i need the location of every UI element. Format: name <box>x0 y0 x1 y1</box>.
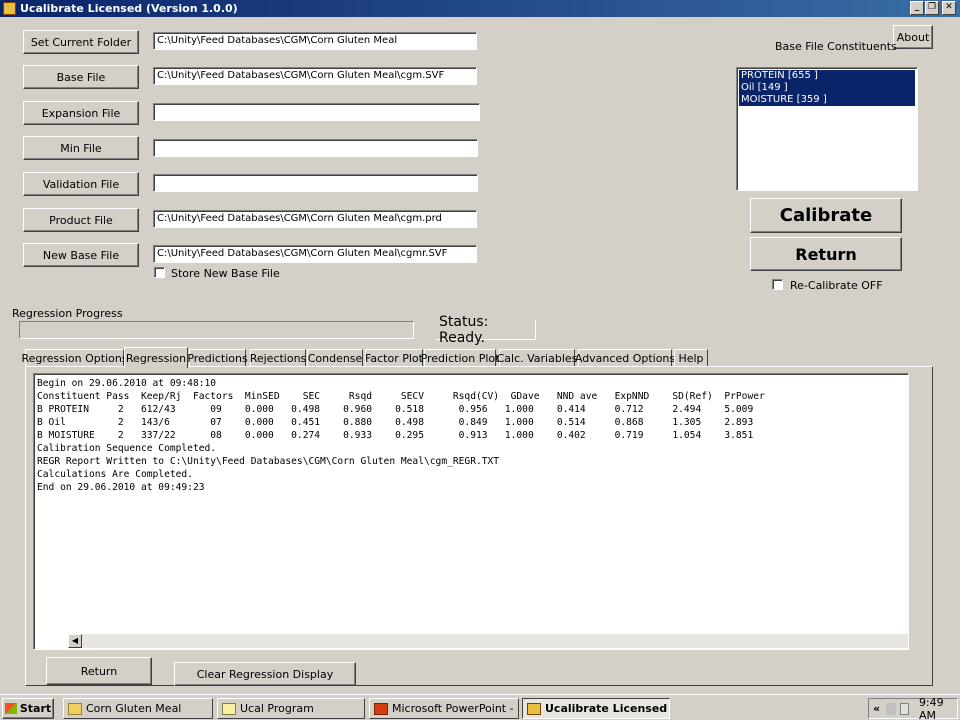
title-bar[interactable]: Ucalibrate Licensed (Version 1.0.0) _ ❐ … <box>0 0 960 17</box>
base-file-field[interactable]: C:\Unity\Feed Databases\CGM\Corn Gluten … <box>153 67 477 85</box>
new-base-file-field[interactable]: C:\Unity\Feed Databases\CGM\Corn Gluten … <box>153 245 477 263</box>
app-icon[interactable] <box>3 2 16 15</box>
bottom-return-button[interactable]: Return <box>46 657 152 685</box>
tab-regression[interactable]: Regression <box>124 347 188 368</box>
tab-regression-options[interactable]: Regression Options <box>21 349 128 367</box>
product-file-field[interactable]: C:\Unity\Feed Databases\CGM\Corn Gluten … <box>153 210 477 228</box>
tab-condense[interactable]: Condense <box>307 349 363 367</box>
task-corn-gluten-meal[interactable]: Corn Gluten Meal <box>63 698 213 719</box>
min-file-button[interactable]: Min File <box>23 136 139 160</box>
tab-advanced-options[interactable]: Advanced Options <box>575 349 675 367</box>
calibrate-button[interactable]: Calibrate <box>750 198 902 233</box>
store-new-base-label: Store New Base File <box>171 267 280 280</box>
current-folder-field[interactable]: C:\Unity\Feed Databases\CGM\Corn Gluten … <box>153 32 477 50</box>
about-button[interactable]: About <box>893 25 933 49</box>
tab-factor-plot[interactable]: Factor Plot <box>365 349 423 367</box>
task-label: Ucal Program <box>240 702 314 715</box>
expansion-file-button[interactable]: Expansion File <box>23 101 139 125</box>
tab-predictions[interactable]: Predictions <box>187 349 248 367</box>
start-button[interactable]: Start <box>2 698 54 719</box>
task-ucalibrate[interactable]: Ucalibrate Licensed (... <box>522 698 670 719</box>
expansion-file-field[interactable] <box>153 103 480 121</box>
status-text: Status: Ready. <box>436 314 536 346</box>
taskbar: Start Corn Gluten Meal Ucal Program Micr… <box>0 694 960 720</box>
task-ucal-program[interactable]: Ucal Program <box>217 698 365 719</box>
list-item[interactable]: MOISTURE [359 ] <box>739 94 915 106</box>
list-item[interactable]: Oil [149 ] <box>739 82 915 94</box>
new-base-file-button[interactable]: New Base File <box>23 243 139 267</box>
window-title: Ucalibrate Licensed (Version 1.0.0) <box>20 2 238 15</box>
tab-calc-variables[interactable]: Calc. Variables <box>497 349 577 367</box>
constituents-listbox[interactable]: PROTEIN [655 ] Oil [149 ] MOISTURE [359 … <box>736 67 918 191</box>
clock[interactable]: 9:49 AM <box>919 696 957 720</box>
volume-icon[interactable] <box>900 702 909 715</box>
network-icon[interactable] <box>886 702 897 715</box>
set-current-folder-button[interactable]: Set Current Folder <box>23 30 139 54</box>
regression-progress-bar <box>19 321 414 339</box>
task-label: Ucalibrate Licensed (... <box>545 702 669 715</box>
recalibrate-checkbox[interactable] <box>772 279 783 290</box>
task-label: Microsoft PowerPoint - [... <box>392 702 519 715</box>
tray-expand-icon[interactable]: « <box>873 702 880 715</box>
horizontal-scrollbar[interactable]: ◀ ▶ <box>68 634 908 648</box>
windows-logo-icon <box>4 703 17 714</box>
program-icon <box>222 702 236 715</box>
constituents-title: Base File Constituents <box>775 40 897 53</box>
close-button[interactable]: ✕ <box>942 1 956 15</box>
app-icon <box>527 702 541 715</box>
powerpoint-icon <box>374 702 388 715</box>
regression-progress-title: Regression Progress <box>12 307 123 320</box>
tab-help[interactable]: Help <box>674 349 708 367</box>
folder-icon <box>68 702 82 715</box>
tab-rejections[interactable]: Rejections <box>250 349 306 367</box>
min-file-field[interactable] <box>153 139 478 157</box>
task-powerpoint[interactable]: Microsoft PowerPoint - [... <box>369 698 519 719</box>
start-label: Start <box>19 702 52 715</box>
validation-file-button[interactable]: Validation File <box>23 172 139 196</box>
scroll-left-icon[interactable]: ◀ <box>68 634 82 648</box>
task-label: Corn Gluten Meal <box>86 702 182 715</box>
system-tray: « 9:49 AM <box>868 696 958 720</box>
product-file-button[interactable]: Product File <box>23 208 139 232</box>
base-file-button[interactable]: Base File <box>23 65 139 89</box>
recalibrate-label: Re-Calibrate OFF <box>790 279 883 292</box>
restore-button[interactable]: ❐ <box>925 1 939 15</box>
store-new-base-checkbox[interactable] <box>154 267 165 278</box>
minimize-button[interactable]: _ <box>910 1 924 15</box>
return-button[interactable]: Return <box>750 237 902 271</box>
list-item[interactable]: PROTEIN [655 ] <box>739 70 915 82</box>
regression-output[interactable]: Begin on 29.06.2010 at 09:48:10 Constitu… <box>33 373 909 650</box>
tab-prediction-plot[interactable]: Prediction Plot <box>421 349 499 367</box>
clear-regression-display-button[interactable]: Clear Regression Display <box>174 662 356 686</box>
regression-output-text: Begin on 29.06.2010 at 09:48:10 Constitu… <box>37 378 765 493</box>
validation-file-field[interactable] <box>153 174 478 192</box>
